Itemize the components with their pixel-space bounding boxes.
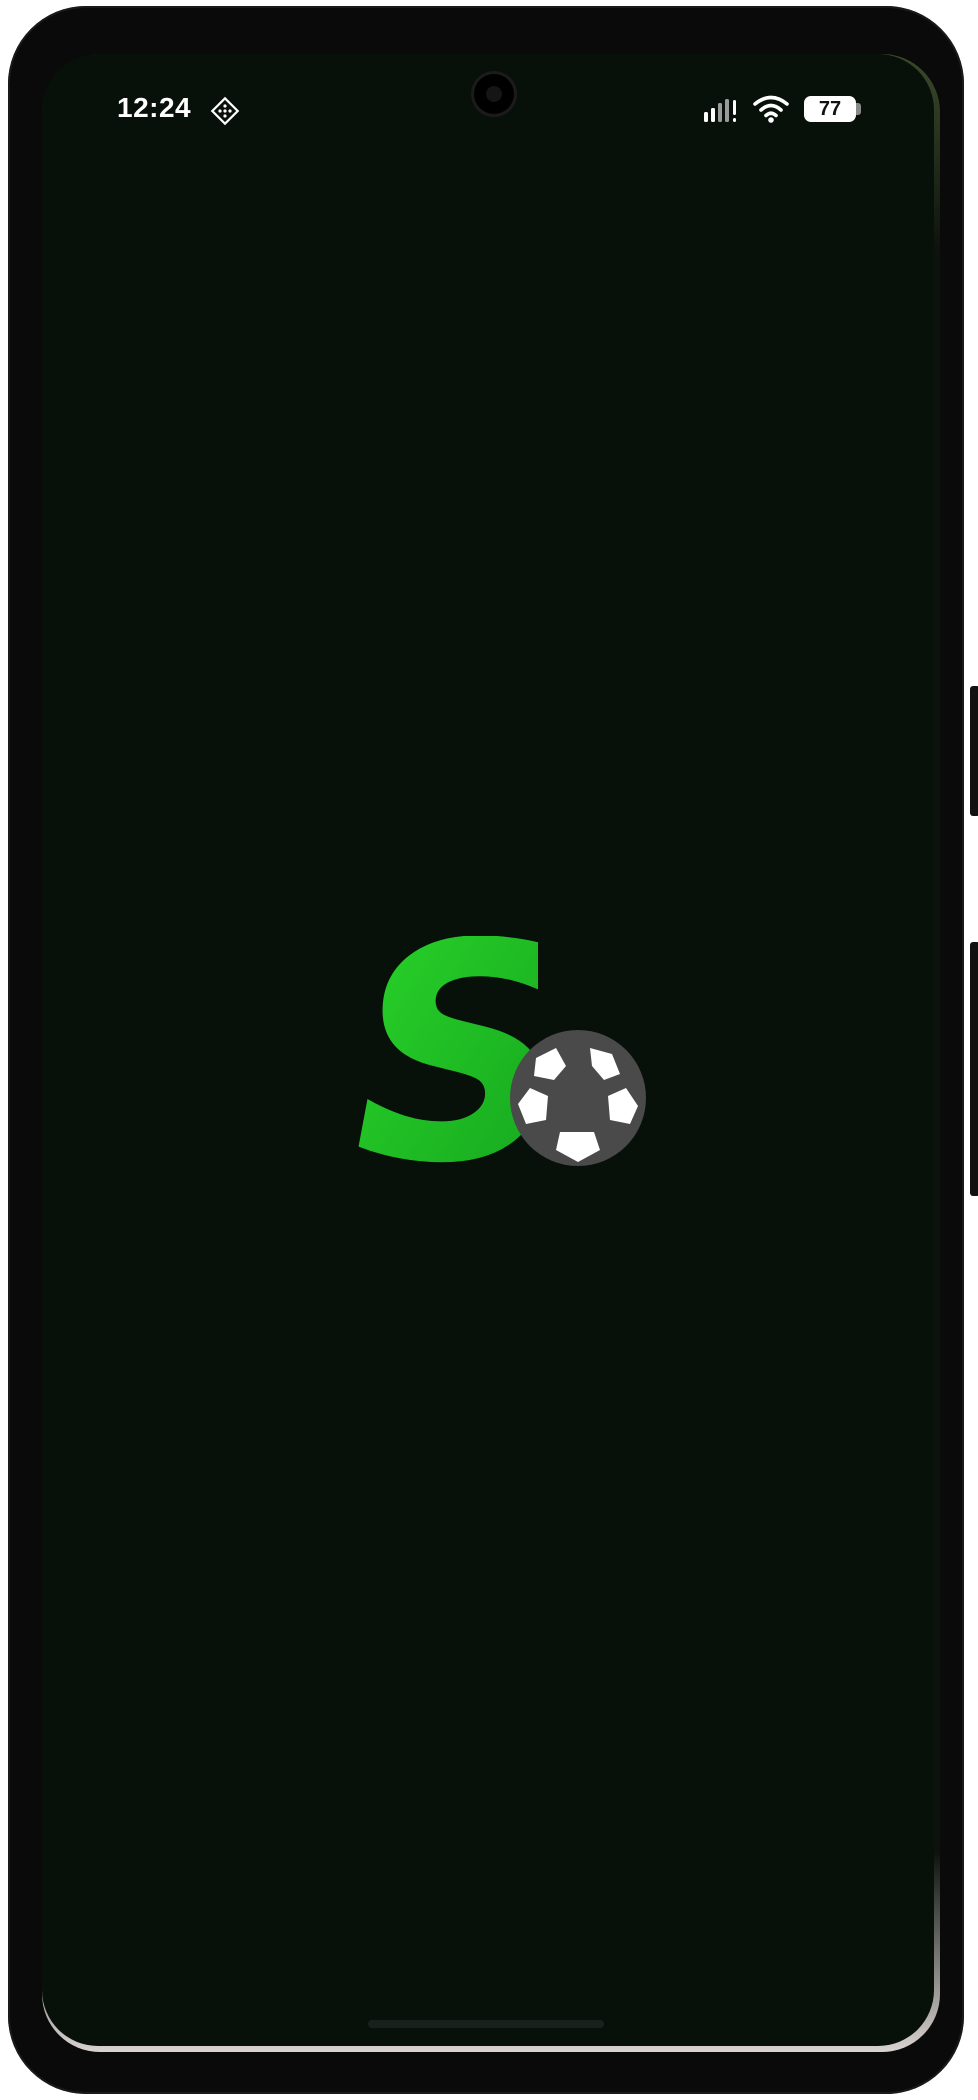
phone-frame: 12:24 77 <box>8 6 978 2094</box>
power-button <box>970 942 978 1196</box>
signal-icon <box>703 98 739 129</box>
status-bar: 12:24 77 <box>42 54 934 164</box>
app-logo: S <box>358 936 658 1176</box>
wifi-icon <box>752 94 790 129</box>
diamond-grid-icon <box>210 96 240 131</box>
home-indicator[interactable] <box>368 2020 604 2028</box>
battery-icon: 77 <box>804 96 856 122</box>
front-camera <box>474 74 514 114</box>
status-time: 12:24 <box>117 92 192 123</box>
soccer-ball-icon <box>510 1030 646 1166</box>
battery-tip <box>856 103 861 115</box>
battery-level: 77 <box>818 98 842 120</box>
splash-screen: 12:24 77 <box>42 54 934 2046</box>
volume-button <box>970 686 978 816</box>
